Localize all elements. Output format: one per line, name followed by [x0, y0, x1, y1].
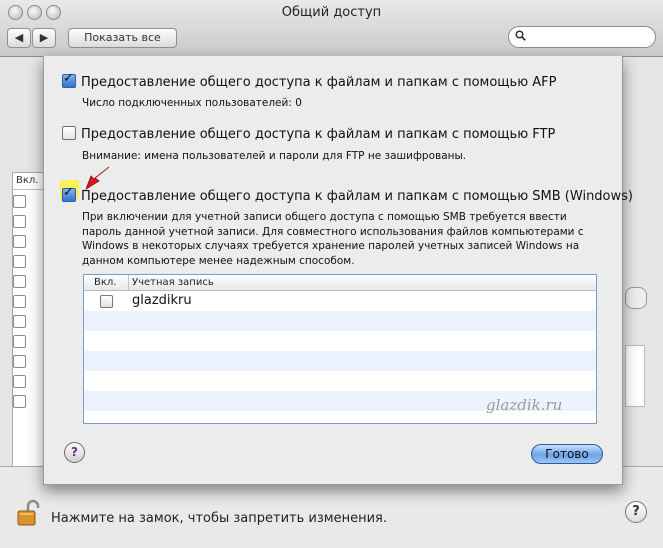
- afp-users-count: Число подключенных пользователей: 0: [82, 97, 302, 109]
- table-row[interactable]: glazdikru: [84, 291, 596, 311]
- show-all-button[interactable]: Показать все: [68, 28, 177, 48]
- smb-option[interactable]: Предоставление общего доступа к файлам и…: [62, 185, 633, 204]
- column-enabled[interactable]: Вкл.: [94, 275, 116, 290]
- service-checkbox[interactable]: [13, 275, 26, 288]
- search-field[interactable]: [508, 26, 656, 48]
- back-button[interactable]: ◀: [7, 28, 31, 48]
- ftp-label: Предоставление общего доступа к файлам и…: [81, 127, 556, 142]
- table-row-empty: [84, 331, 596, 351]
- ftp-warning: Внимание: имена пользователей и пароли д…: [82, 150, 467, 162]
- service-checkbox[interactable]: [13, 395, 26, 408]
- account-enable-checkbox[interactable]: [100, 295, 113, 308]
- service-checkbox[interactable]: [13, 255, 26, 268]
- done-button[interactable]: Готово: [531, 444, 603, 464]
- window-toolbar: Общий доступ ◀ ▶ Показать все: [0, 0, 663, 57]
- smb-description: При включении для учетной записи общего …: [82, 211, 584, 267]
- service-checkbox[interactable]: [13, 315, 26, 328]
- afp-checkbox[interactable]: [62, 71, 76, 88]
- permissions-list: [625, 345, 645, 407]
- smb-label: Предоставление общего доступа к файлам и…: [81, 189, 633, 204]
- service-checkbox[interactable]: [13, 235, 26, 248]
- ftp-option[interactable]: Предоставление общего доступа к файлам и…: [62, 126, 555, 142]
- forward-button[interactable]: ▶: [32, 28, 56, 48]
- service-checkbox[interactable]: [13, 335, 26, 348]
- file-sharing-options-sheet: Предоставление общего доступа к файлам и…: [43, 56, 633, 485]
- service-checkbox[interactable]: [13, 355, 26, 368]
- service-checkbox[interactable]: [13, 215, 26, 228]
- watermark: glazdik.ru: [486, 396, 563, 414]
- afp-label: Предоставление общего доступа к файлам и…: [81, 75, 557, 90]
- help-button[interactable]: ?: [625, 501, 647, 523]
- column-divider: [128, 275, 129, 290]
- table-row-empty: [84, 311, 596, 331]
- table-header: Вкл. Учетная запись: [84, 275, 596, 291]
- table-row-empty: [84, 351, 596, 371]
- afp-option[interactable]: Предоставление общего доступа к файлам и…: [62, 71, 557, 90]
- smb-checkbox[interactable]: [62, 185, 76, 202]
- table-row-empty: [84, 371, 596, 391]
- lock-message: Нажмите на замок, чтобы запретить измене…: [51, 511, 387, 526]
- ftp-checkbox[interactable]: [62, 126, 76, 140]
- search-icon: [515, 30, 526, 44]
- lock-open-icon[interactable]: [16, 499, 42, 527]
- account-name: glazdikru: [132, 293, 192, 308]
- service-checkbox[interactable]: [13, 195, 26, 208]
- window-title: Общий доступ: [281, 5, 382, 20]
- column-account[interactable]: Учетная запись: [132, 275, 214, 290]
- service-checkbox[interactable]: [13, 295, 26, 308]
- options-button[interactable]: [625, 287, 647, 309]
- help-button[interactable]: ?: [64, 442, 85, 463]
- service-checkbox[interactable]: [13, 375, 26, 388]
